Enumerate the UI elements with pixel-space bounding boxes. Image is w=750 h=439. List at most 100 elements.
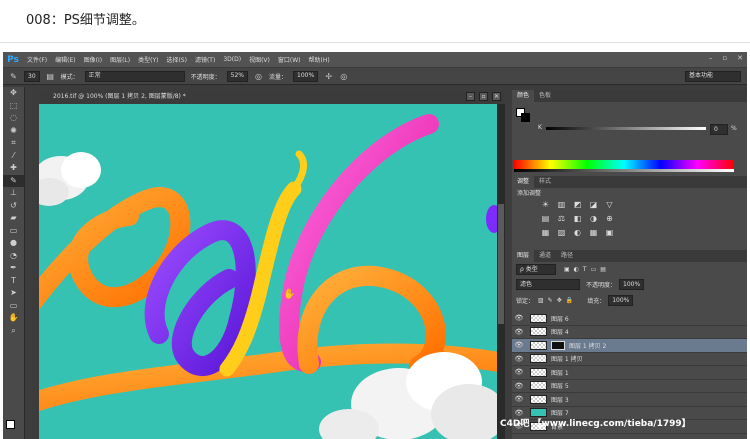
layer-row[interactable]: 👁 图层 6 [512, 312, 747, 326]
filter-icons[interactable]: ▣◐T▭▤ [564, 266, 610, 273]
layer-mask-thumbnail[interactable] [551, 340, 565, 350]
layer-row[interactable]: 👁 图层 3 [512, 393, 747, 407]
vertical-scrollbar[interactable] [497, 104, 505, 439]
opacity-input[interactable]: 52% [226, 70, 249, 82]
menu-view[interactable]: 视图(V) [245, 55, 274, 64]
eyedropper-tool-icon[interactable]: ⁄ [3, 150, 24, 163]
selective-color-icon[interactable]: ▣ [604, 228, 615, 238]
menu-file[interactable]: 文件(F) [23, 55, 51, 64]
curves-icon[interactable]: ◩ [572, 200, 583, 210]
tab-paths[interactable]: 路径 [556, 250, 578, 262]
color-spectrum[interactable] [514, 160, 734, 169]
menu-help[interactable]: 帮助(H) [305, 55, 334, 64]
k-slider[interactable] [546, 127, 706, 130]
brush-panel-icon[interactable]: ▤ [46, 72, 55, 81]
menu-layer[interactable]: 图层(L) [106, 55, 134, 64]
blur-tool-icon[interactable]: ● [3, 237, 24, 250]
kind-filter[interactable]: ρ 类型 [516, 264, 556, 275]
tab-swatches[interactable]: 色板 [534, 90, 556, 102]
type-tool-icon[interactable]: T [3, 275, 24, 288]
marquee-tool-icon[interactable]: ⬚ [3, 100, 24, 113]
layer-row[interactable]: 👁 图层 1 拷贝 2 [512, 339, 747, 353]
document-canvas[interactable]: ✋ [39, 104, 497, 439]
k-value[interactable]: 0 [710, 124, 728, 135]
menu-select[interactable]: 选择(S) [162, 55, 191, 64]
move-tool-icon[interactable]: ✥ [3, 87, 24, 100]
menu-image[interactable]: 图像(I) [80, 55, 106, 64]
lock-icons[interactable]: ▨✎✥🔒 [538, 297, 577, 304]
menu-type[interactable]: 类型(Y) [134, 55, 162, 64]
layer-opacity-input[interactable]: 100% [619, 279, 645, 290]
layer-row[interactable]: 👁 图层 1 拷贝 [512, 353, 747, 366]
brush-preset[interactable]: 30 [24, 70, 40, 82]
flow-input[interactable]: 100% [293, 70, 319, 82]
history-brush-tool-icon[interactable]: ↺ [3, 200, 24, 213]
mode-select[interactable]: 正常 [84, 70, 185, 82]
tab-adjustments[interactable]: 调整 [512, 176, 535, 188]
tab-layers[interactable]: 图层 [512, 250, 535, 262]
brush-size[interactable]: 30 [24, 70, 40, 82]
layer-row[interactable]: 👁 图层 5 [512, 380, 747, 393]
photo-filter-icon[interactable]: ◑ [588, 214, 599, 224]
maximize-button[interactable]: ▫ [722, 54, 727, 62]
menu-filter[interactable]: 滤镜(T) [191, 55, 219, 64]
scrollbar-thumb[interactable] [498, 204, 504, 324]
workspace-select[interactable]: 基本功能 [685, 70, 741, 82]
shape-tool-icon[interactable]: ▭ [3, 300, 24, 313]
threshold-icon[interactable]: ◐ [572, 228, 583, 238]
fill-input[interactable]: 100% [608, 295, 634, 306]
gray-ramp[interactable] [514, 169, 734, 172]
quick-select-tool-icon[interactable]: ✺ [3, 125, 24, 138]
brush-tool-icon-active[interactable]: ✎ [3, 174, 24, 187]
brightness-icon[interactable]: ☀ [540, 200, 551, 210]
invert-icon[interactable]: ▦ [540, 228, 551, 238]
layer-row[interactable]: 👁 图层 1 [512, 366, 747, 380]
levels-icon[interactable]: ▥ [556, 200, 567, 210]
menu-window[interactable]: 窗口(W) [274, 55, 305, 64]
airbrush-icon[interactable]: ✢ [324, 72, 333, 81]
foreground-color-swatch[interactable] [6, 420, 15, 429]
visibility-eye-icon[interactable]: 👁 [512, 341, 526, 349]
minimize-button[interactable]: – [709, 54, 713, 62]
hand-tool-icon[interactable]: ✋ [3, 312, 24, 325]
blend-mode-select[interactable]: 滤色 [516, 279, 580, 290]
stamp-tool-icon[interactable]: ⊥ [3, 187, 24, 200]
dodge-tool-icon[interactable]: ◔ [3, 250, 24, 263]
crop-tool-icon[interactable]: ⌗ [3, 137, 24, 150]
exposure-icon[interactable]: ◪ [588, 200, 599, 210]
black-white-icon[interactable]: ◧ [572, 214, 583, 224]
hue-saturation-icon[interactable]: ▤ [540, 214, 551, 224]
pen-tool-icon[interactable]: ✒ [3, 262, 24, 275]
visibility-eye-icon[interactable]: 👁 [512, 395, 526, 403]
channel-mixer-icon[interactable]: ⊕ [604, 214, 615, 224]
menu-edit[interactable]: 编辑(E) [51, 55, 79, 64]
doc-minimize-button[interactable]: – [466, 92, 475, 101]
close-button[interactable]: ✕ [737, 54, 743, 62]
gradient-map-icon[interactable]: ▦ [588, 228, 599, 238]
gradient-tool-icon[interactable]: ▭ [3, 225, 24, 238]
visibility-eye-icon[interactable]: 👁 [512, 314, 526, 322]
posterize-icon[interactable]: ▨ [556, 228, 567, 238]
visibility-eye-icon[interactable]: 👁 [512, 368, 526, 376]
doc-close-button[interactable]: ✕ [492, 92, 501, 101]
tab-channels[interactable]: 通道 [534, 250, 556, 262]
panel-bg-swatch[interactable] [521, 113, 530, 122]
visibility-eye-icon[interactable]: 👁 [512, 382, 526, 390]
brush-tool-icon[interactable]: ✎ [9, 72, 18, 81]
doc-maximize-button[interactable]: ▫ [479, 92, 488, 101]
vibrance-icon[interactable]: ▽ [604, 200, 615, 210]
visibility-eye-icon[interactable]: 👁 [512, 355, 526, 363]
pressure-size-icon[interactable]: ◎ [339, 72, 348, 81]
pressure-opacity-icon[interactable]: ◎ [254, 72, 263, 81]
healing-tool-icon[interactable]: ✚ [3, 162, 24, 175]
tab-color[interactable]: 颜色 [512, 90, 535, 102]
tab-styles[interactable]: 样式 [534, 176, 556, 188]
zoom-tool-icon[interactable]: ⌕ [3, 325, 24, 338]
eraser-tool-icon[interactable]: ▰ [3, 212, 24, 225]
menu-3d[interactable]: 3D(D) [219, 56, 245, 63]
path-select-tool-icon[interactable]: ➤ [3, 287, 24, 300]
layer-row[interactable]: 👁 图层 4 [512, 326, 747, 339]
document-tab[interactable]: 2016.tif @ 100% (图层 1 拷贝 2, 图层蒙版/8) * [39, 90, 505, 104]
color-balance-icon[interactable]: ⚖ [556, 214, 567, 224]
visibility-eye-icon[interactable]: 👁 [512, 328, 526, 336]
